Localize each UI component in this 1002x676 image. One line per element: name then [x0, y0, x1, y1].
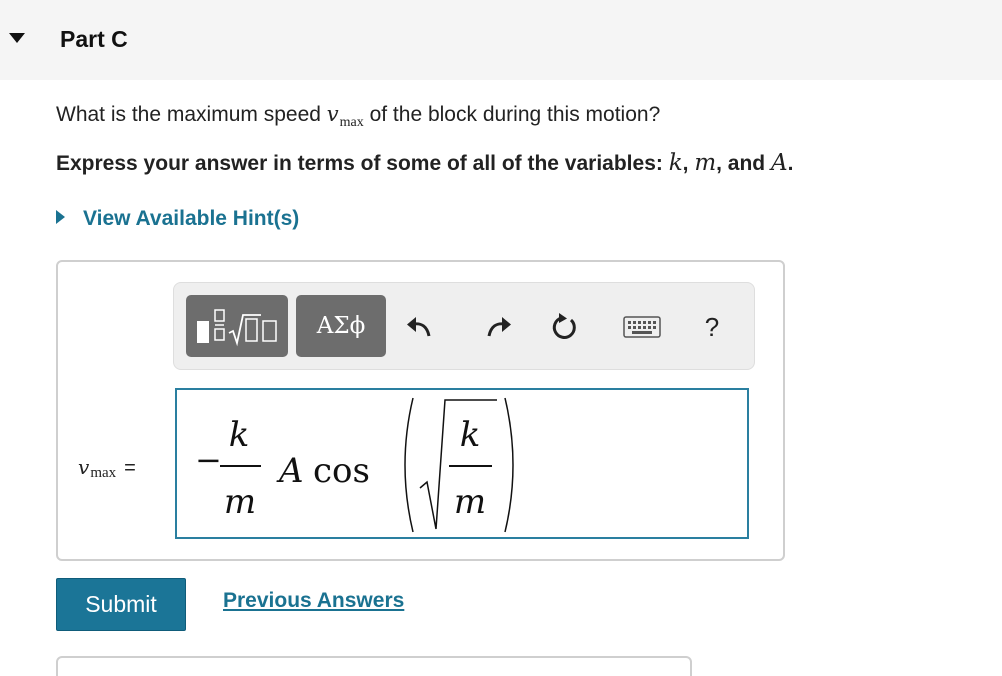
variable-m: m — [694, 150, 717, 176]
fraction1-denominator: m — [224, 482, 256, 522]
previous-answers-link[interactable]: Previous Answers — [223, 589, 404, 613]
submit-button[interactable]: Submit — [56, 578, 186, 631]
question-text-end: of the block during this motion? — [363, 103, 661, 126]
instruction-sep1: , — [682, 152, 695, 175]
left-paren — [404, 397, 414, 533]
feedback-box — [56, 656, 692, 676]
answer-label: vmax = — [78, 455, 136, 482]
hint-label: View Available Hint(s) — [83, 207, 300, 230]
part-header[interactable]: Part C — [0, 0, 1002, 80]
question-var-symbol: v — [326, 102, 339, 126]
right-paren — [504, 397, 514, 533]
collapse-caret-icon[interactable] — [9, 33, 25, 43]
question-text: What is the maximum speed vmax of the bl… — [56, 102, 660, 131]
math-toolbar: ΑΣϕ ? — [173, 282, 755, 370]
cos-function: cos — [313, 451, 370, 491]
answer-label-subscript: max — [90, 465, 117, 481]
coefficient-a: A — [276, 451, 304, 491]
question-text-start: What is the maximum speed — [56, 103, 327, 126]
undo-icon[interactable] — [404, 311, 436, 343]
variable-a: A — [770, 150, 788, 176]
templates-icon — [197, 309, 277, 347]
fraction1-numerator: k — [229, 415, 250, 455]
fraction2-numerator: k — [460, 415, 481, 455]
instruction-text: Express your answer in terms of some of … — [56, 150, 793, 176]
question-var-subscript: max — [339, 115, 364, 130]
caret-right-icon — [56, 210, 65, 224]
equals-sign: = — [124, 457, 136, 479]
instruction-end: . — [787, 152, 794, 175]
redo-icon[interactable] — [482, 311, 514, 343]
answer-label-symbol: v — [78, 455, 90, 479]
templates-button[interactable] — [186, 295, 288, 357]
symbols-button[interactable]: ΑΣϕ — [296, 295, 386, 357]
answer-input-field[interactable]: − k m A cos k m — [175, 388, 749, 539]
minus-sign: − — [195, 441, 222, 479]
view-hints-link[interactable]: View Available Hint(s) — [56, 207, 299, 231]
answer-expression: − k m A cos k m — [195, 397, 514, 533]
part-title: Part C — [60, 26, 128, 52]
variable-k: k — [668, 150, 683, 176]
keyboard-icon[interactable] — [622, 311, 662, 343]
fraction2-denominator: m — [454, 482, 486, 522]
instruction-main: Express your answer in terms of some of … — [56, 152, 669, 175]
reset-icon[interactable] — [549, 311, 581, 343]
answer-box: ΑΣϕ ? vmax = − k m A cos k m — [56, 260, 785, 561]
instruction-sep2: , and — [716, 152, 771, 175]
help-button[interactable]: ? — [696, 311, 728, 343]
